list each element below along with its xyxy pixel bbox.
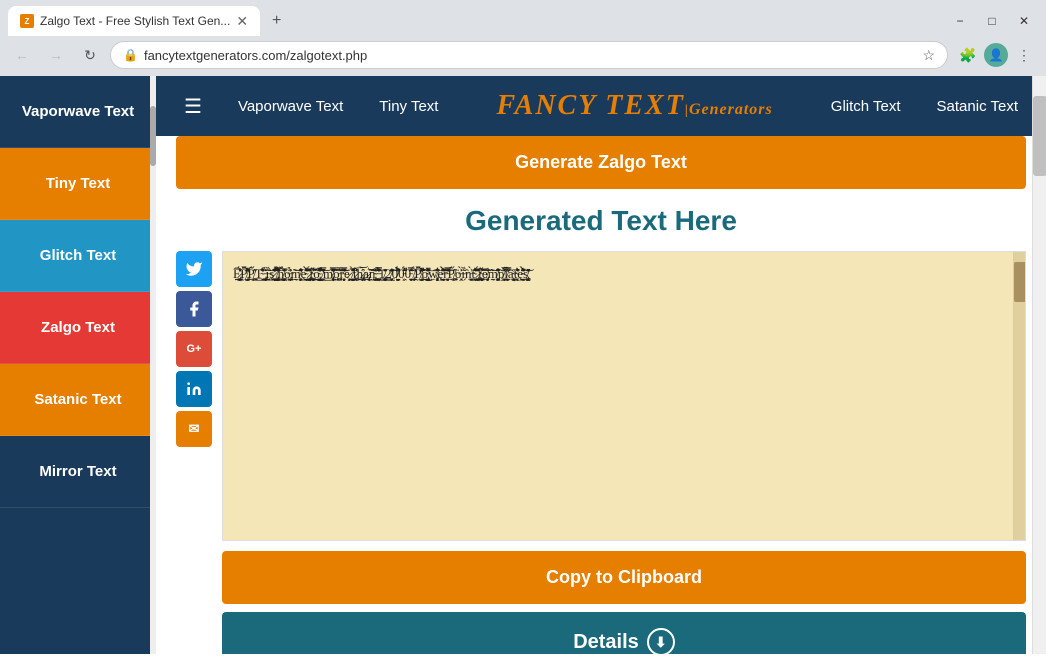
lock-icon: 🔒: [123, 48, 138, 62]
close-button[interactable]: ✕: [1010, 11, 1038, 31]
nav-glitch-text[interactable]: Glitch Text: [823, 90, 909, 123]
minimize-button[interactable]: −: [946, 11, 974, 31]
facebook-share-button[interactable]: [176, 291, 212, 327]
extensions-icon[interactable]: 🧩: [954, 41, 982, 69]
generated-content-row: G+ ✉ F̷̨̡͖̙̗̱̝̰͕̫̱̺͈͉̔̓͗̈́̅͑̽̓P̸̡̛̺̘̯̰͈͗…: [176, 251, 1026, 654]
logo-fancy: Fancy Text: [497, 90, 685, 121]
url-bar[interactable]: 🔒 fancytextgenerators.com/zalgotext.php …: [110, 41, 948, 69]
browser-chrome: Z Zalgo Text - Free Stylish Text Gen... …: [0, 0, 1046, 76]
text-output[interactable]: F̷̨̡͖̙̗̱̝̰͕̫̱̺͈͉̔̓͗̈́̅͑̽̓P̸̡̛̺̘̯̰͈͗̑̀̽̈́…: [222, 251, 1026, 541]
nav-vaporwave[interactable]: Vaporwave Text: [230, 90, 351, 123]
text-output-container: F̷̨̡͖̙̗̱̝̰͕̫̱̺͈͉̔̓͗̈́̅͑̽̓P̸̡̛̺̘̯̰͈͗̑̀̽̈́…: [222, 251, 1026, 654]
page-wrapper: Vaporwave Text Tiny Text Glitch Text Zal…: [0, 76, 1046, 654]
generated-title: Generated Text Here: [176, 205, 1026, 237]
sidebar-item-satanic[interactable]: Satanic Text: [0, 364, 156, 436]
main-scrollbar[interactable]: [1032, 76, 1046, 654]
sidebar: Vaporwave Text Tiny Text Glitch Text Zal…: [0, 76, 156, 654]
details-button[interactable]: Details ⬇: [222, 612, 1026, 654]
sidebar-item-mirror[interactable]: Mirror Text: [0, 436, 156, 508]
hamburger-icon[interactable]: ☰: [176, 86, 210, 127]
sidebar-item-zalgo[interactable]: Zalgo Text: [0, 292, 156, 364]
window-controls: − □ ✕: [946, 11, 1038, 31]
content-area: Generate Zalgo Text Generated Text Here …: [156, 136, 1046, 654]
sidebar-item-vaporwave[interactable]: Vaporwave Text: [0, 76, 156, 148]
active-tab[interactable]: Z Zalgo Text - Free Stylish Text Gen... …: [8, 6, 260, 36]
refresh-button[interactable]: ↻: [76, 41, 104, 69]
maximize-button[interactable]: □: [978, 11, 1006, 31]
zalgo-text-content: F̷̨̡͖̙̗̱̝̰͕̫̱̺͈͉̔̓͗̈́̅͑̽̓P̸̡̛̺̘̯̰͈͗̑̀̽̈́…: [233, 266, 528, 281]
tab-close-button[interactable]: ✕: [236, 14, 248, 28]
main-content: ☰ Vaporwave Text Tiny Text Fancy Text|Ge…: [156, 76, 1046, 654]
tab-favicon: Z: [20, 14, 34, 28]
bookmark-icon[interactable]: ☆: [922, 47, 935, 64]
nav-satanic-text[interactable]: Satanic Text: [929, 90, 1026, 123]
linkedin-share-button[interactable]: [176, 371, 212, 407]
details-icon: ⬇: [647, 628, 675, 654]
sidebar-item-tiny[interactable]: Tiny Text: [0, 148, 156, 220]
address-bar: ← → ↻ 🔒 fancytextgenerators.com/zalgotex…: [0, 36, 1046, 76]
tab-title: Zalgo Text - Free Stylish Text Gen...: [40, 14, 230, 28]
twitter-share-button[interactable]: [176, 251, 212, 287]
toolbar-icons: 🧩 👤 ⋮: [954, 41, 1038, 69]
email-share-button[interactable]: ✉: [176, 411, 212, 447]
title-bar: Z Zalgo Text - Free Stylish Text Gen... …: [0, 0, 1046, 36]
main-scrollbar-thumb[interactable]: [1033, 96, 1046, 176]
url-text: fancytextgenerators.com/zalgotext.php: [144, 48, 916, 63]
site-nav: ☰ Vaporwave Text Tiny Text Fancy Text|Ge…: [156, 76, 1046, 136]
profile-avatar[interactable]: 👤: [984, 43, 1008, 67]
logo-text: Fancy Text|Generators: [497, 90, 773, 121]
text-output-scrollbar[interactable]: [1013, 252, 1025, 540]
back-button[interactable]: ←: [8, 41, 36, 69]
nav-tiny-text[interactable]: Tiny Text: [371, 90, 446, 123]
copy-to-clipboard-button[interactable]: Copy to Clipboard: [222, 551, 1026, 604]
logo-generators: Generators: [689, 101, 773, 118]
sidebar-item-glitch[interactable]: Glitch Text: [0, 220, 156, 292]
google-share-button[interactable]: G+: [176, 331, 212, 367]
generate-btn-top[interactable]: Generate Zalgo Text: [176, 136, 1026, 189]
forward-button[interactable]: →: [42, 41, 70, 69]
text-output-scrollbar-thumb[interactable]: [1014, 262, 1026, 302]
site-logo: Fancy Text|Generators: [466, 90, 802, 122]
new-tab-button[interactable]: +: [264, 8, 289, 34]
social-buttons: G+ ✉: [176, 251, 212, 447]
menu-icon[interactable]: ⋮: [1010, 41, 1038, 69]
